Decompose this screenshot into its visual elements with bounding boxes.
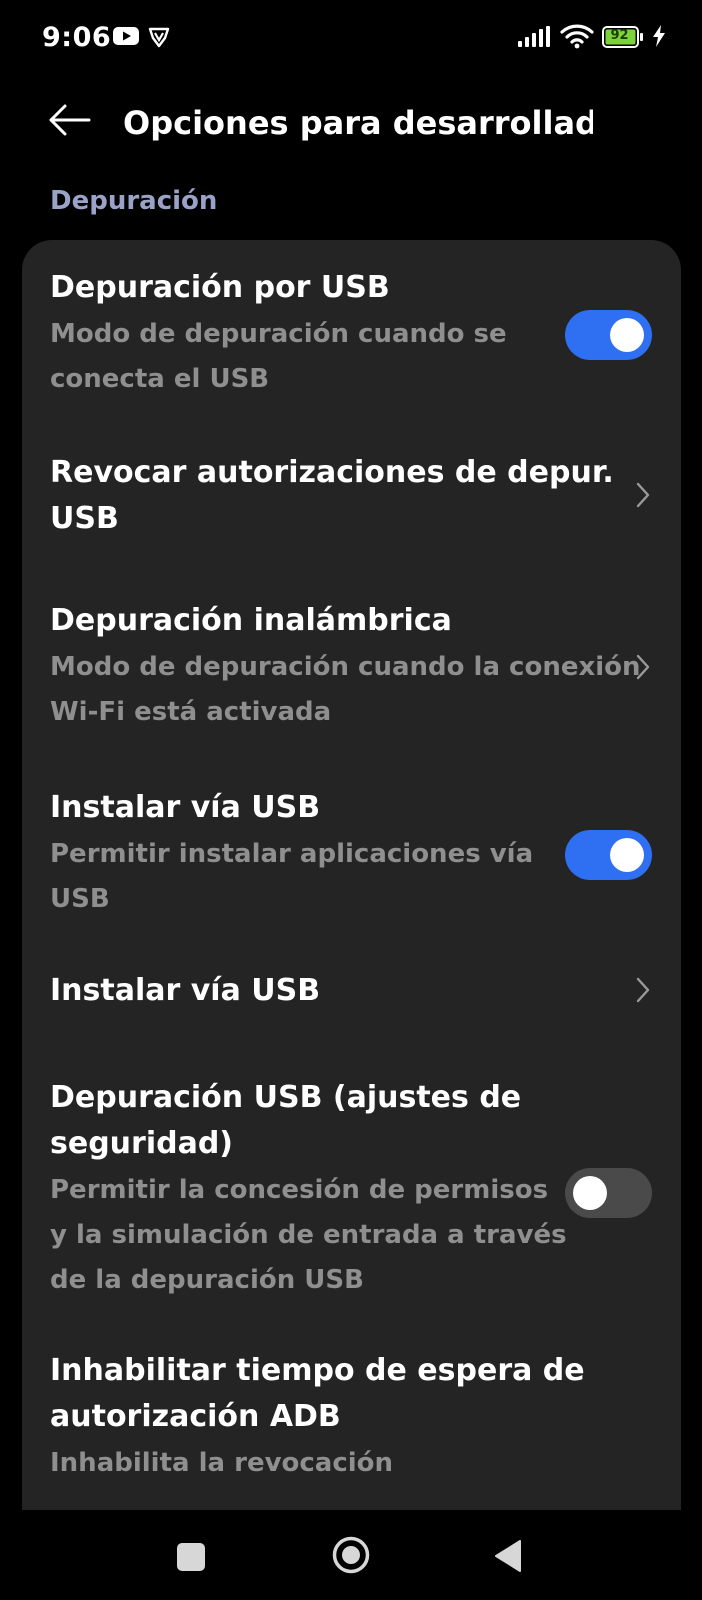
status-bar: 9:06 92 [0, 0, 702, 80]
setting-title: Inhabilitar tiempo de espera de [50, 1353, 585, 1388]
chevron-right-icon [636, 482, 650, 508]
setting-subtitle: y la simulación de entrada a través [50, 1220, 567, 1250]
toggle-knob [610, 318, 644, 352]
install-via-usb-toggle[interactable] [565, 830, 652, 880]
signal-icon [518, 26, 550, 47]
setting-subtitle: Modo de depuración cuando se [50, 319, 507, 349]
setting-subtitle: Modo de depuración cuando la conexión [50, 652, 641, 682]
setting-title: Revocar autorizaciones de depur. [50, 455, 614, 490]
setting-subtitle: Permitir la concesión de permisos [50, 1175, 549, 1205]
battery-icon: 92 [602, 26, 644, 48]
setting-title: Instalar vía USB [50, 973, 321, 1008]
navigation-bar [0, 1510, 702, 1600]
chevron-right-icon [636, 654, 650, 680]
setting-subtitle: Wi-Fi está activada [50, 697, 332, 727]
setting-disable-adb-timeout[interactable]: Inhabilitar tiempo de espera de autoriza… [22, 1310, 681, 1510]
setting-revoke-usb-authorizations[interactable]: Revocar autorizaciones de depur. USB [22, 410, 681, 560]
setting-usb-debugging[interactable]: Depuración por USB Modo de depuración cu… [22, 240, 681, 410]
setting-title: seguridad) [50, 1126, 234, 1161]
setting-subtitle: Permitir instalar aplicaciones vía [50, 839, 534, 869]
vpn-shield-icon [148, 27, 170, 48]
wifi-icon [560, 24, 594, 49]
setting-subtitle: de la depuración USB [50, 1265, 364, 1295]
charging-bolt-icon [653, 25, 665, 47]
setting-title: Depuración por USB [50, 270, 390, 305]
chevron-right-icon [636, 977, 650, 1003]
settings-card: Depuración por USB Modo de depuración cu… [22, 240, 681, 1510]
toggle-knob [610, 838, 644, 872]
status-time: 9:06 [42, 22, 112, 53]
usb-debugging-security-toggle[interactable] [565, 1168, 652, 1218]
setting-title: Depuración USB (ajustes de [50, 1080, 522, 1115]
youtube-icon [113, 27, 139, 45]
arrow-left-icon[interactable] [48, 102, 92, 138]
page-title: Opciones para desarrollado… [123, 104, 593, 142]
setting-wireless-debugging[interactable]: Depuración inalámbrica Modo de depuració… [22, 560, 681, 760]
setting-subtitle: Inhabilita la revocación [50, 1448, 394, 1478]
setting-title: Depuración inalámbrica [50, 603, 452, 638]
battery-level: 92 [610, 28, 629, 43]
setting-subtitle: USB [50, 884, 110, 914]
app-header: Opciones para desarrollado… [0, 80, 702, 180]
section-label: Depuración [50, 186, 218, 216]
toggle-knob [573, 1176, 607, 1210]
usb-debugging-toggle[interactable] [565, 310, 652, 360]
setting-title: autorización ADB [50, 1399, 341, 1434]
setting-title: Instalar vía USB [50, 790, 321, 825]
setting-usb-debugging-security[interactable]: Depuración USB (ajustes de seguridad) Pe… [22, 1050, 681, 1310]
recents-square-icon[interactable] [177, 1543, 205, 1571]
setting-subtitle: conecta el USB [50, 364, 270, 394]
setting-install-via-usb[interactable]: Instalar vía USB Permitir instalar aplic… [22, 760, 681, 930]
setting-title: USB [50, 501, 119, 536]
setting-install-via-usb-detail[interactable]: Instalar vía USB [22, 930, 681, 1050]
back-triangle-icon[interactable] [494, 1540, 522, 1572]
home-circle-icon[interactable] [331, 1535, 371, 1575]
